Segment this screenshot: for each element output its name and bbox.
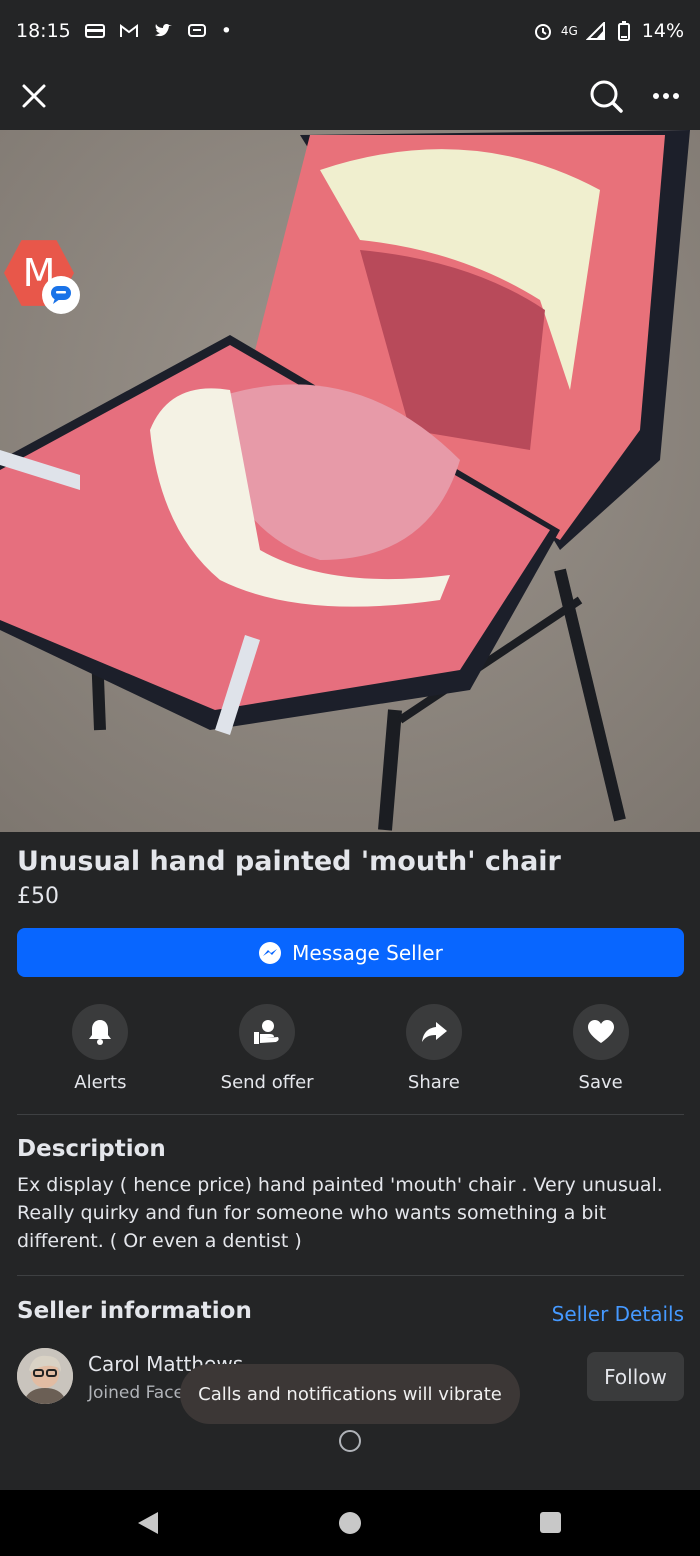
chat-head-bubble[interactable]: M [4,238,80,314]
bell-icon [89,1020,112,1045]
more-options-button[interactable] [644,76,688,116]
share-icon [421,1022,447,1042]
listing-title: Unusual hand painted 'mouth' chair [17,846,561,877]
back-icon [138,1512,158,1534]
battery-percent: 14% [641,20,684,42]
seller-heading: Seller information [17,1298,252,1324]
gmail-icon [119,23,139,39]
close-button[interactable] [14,76,54,116]
app-bar [0,62,700,130]
toast-message: Calls and notifications will vibrate [180,1364,520,1424]
gesture-indicator-icon [339,1430,361,1452]
share-button[interactable]: Share [351,1004,518,1096]
status-bar: 18:15 • 4G 14% [0,0,700,62]
wallet-icon [84,23,105,39]
send-offer-label: Send offer [220,1072,314,1093]
message-seller-button[interactable]: Message Seller [17,928,684,977]
back-button[interactable] [134,1510,162,1536]
heart-icon [587,1020,614,1043]
divider [17,1275,684,1276]
close-icon [22,84,46,108]
send-offer-button[interactable]: Send offer [184,1004,351,1096]
follow-button[interactable]: Follow [587,1352,684,1401]
listing-price: £50 [17,884,59,909]
twitter-icon [153,23,173,39]
seller-avatar[interactable] [17,1348,73,1404]
save-button[interactable]: Save [517,1004,684,1096]
messages-badge-icon [42,276,80,314]
alerts-button[interactable]: Alerts [17,1004,184,1096]
save-label: Save [578,1072,623,1093]
system-navigation-bar [0,1490,700,1556]
action-row: Alerts Send offer Share Save [17,1004,684,1096]
offer-icon [254,1020,279,1044]
status-dot: • [220,20,232,42]
description-text: Ex display ( hence price) hand painted '… [17,1174,663,1252]
recents-button[interactable] [540,1512,561,1533]
alerts-label: Alerts [74,1072,127,1093]
divider [17,1114,684,1115]
alarm-icon [533,23,553,40]
home-button[interactable] [339,1512,361,1534]
network-type: 4G [560,24,578,38]
description-heading: Description [17,1136,166,1162]
search-icon [590,80,623,113]
battery-icon [614,21,634,41]
listing-photo[interactable] [0,130,700,832]
message-seller-label: Message Seller [292,940,443,965]
seller-details-link[interactable]: Seller Details [552,1302,684,1326]
signal-icon [585,22,606,40]
status-time: 18:15 [16,20,71,42]
more-icon [653,93,679,99]
chat-icon [187,23,207,39]
share-label: Share [407,1072,460,1093]
messenger-icon [259,941,282,964]
search-button[interactable] [584,74,628,118]
